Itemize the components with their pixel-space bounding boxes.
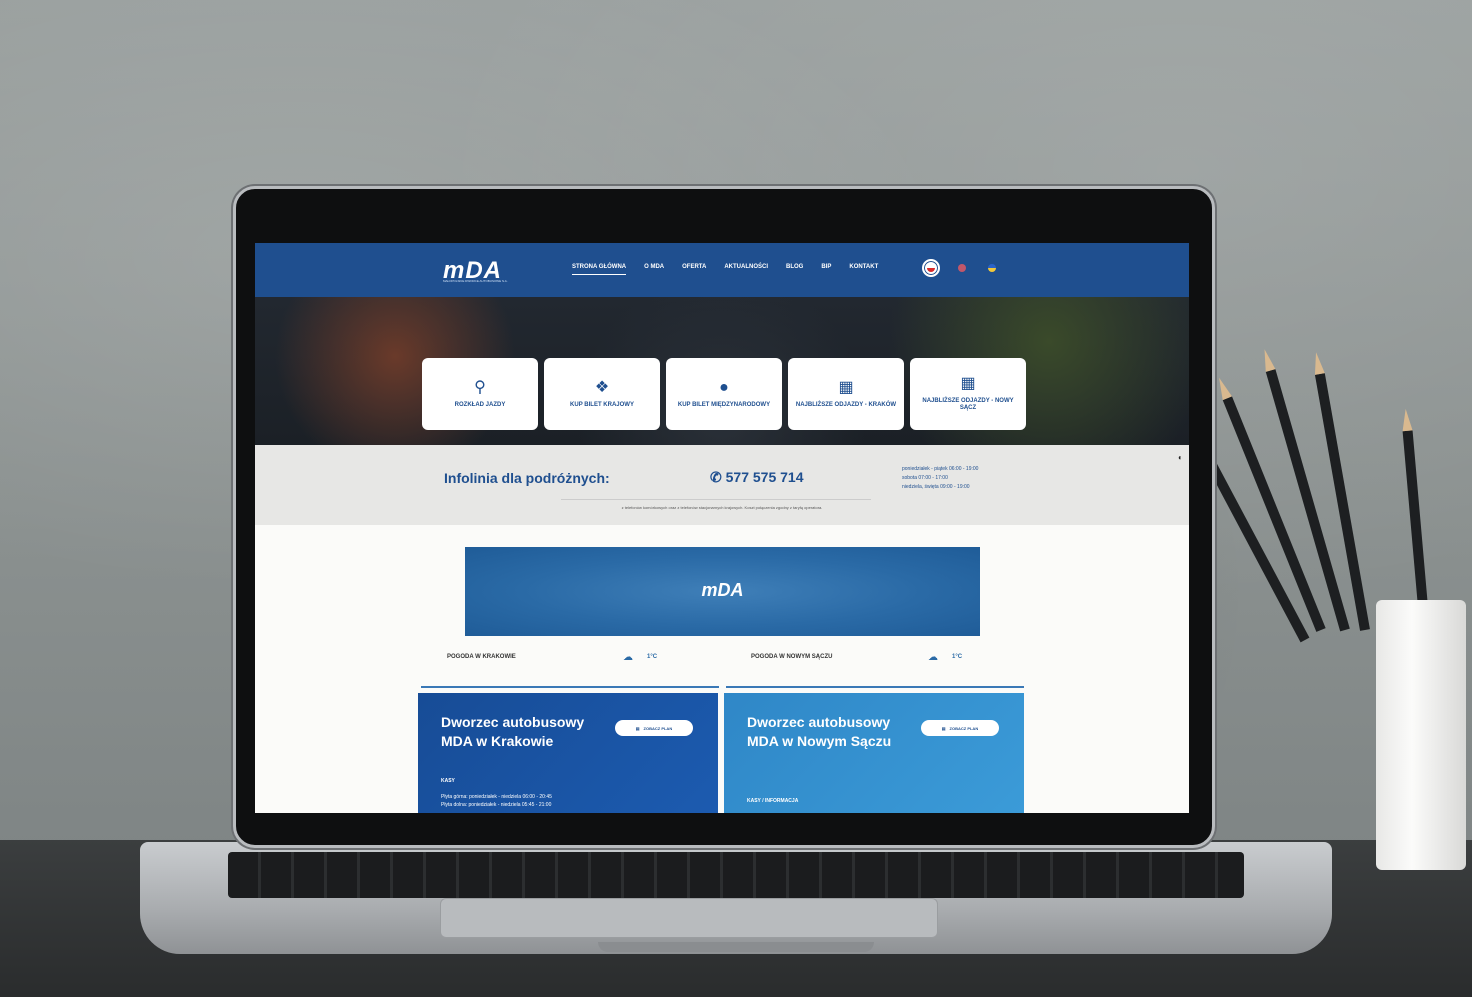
infoline-section: Infolinia dla podróżnych: ✆ 577 575 714 … <box>255 445 1189 525</box>
nav-bip[interactable]: BIP <box>821 264 831 275</box>
tile-timetable[interactable]: ⚲ ROZKŁAD JAZDY <box>422 358 538 430</box>
keyboard <box>228 852 1244 898</box>
tile-label: KUP BILET MIĘDZYNARODOWY <box>677 401 771 408</box>
tile-departures-krakow[interactable]: ▦ NAJBLIŻSZE ODJAZDY - KRAKÓW <box>788 358 904 430</box>
infoline-hours: poniedziałek - piątek 06:00 - 19:00 sobo… <box>902 465 978 492</box>
see-plan-button[interactable]: ▤ ZOBACZ PLAN <box>921 720 999 736</box>
divider <box>726 686 1024 688</box>
laptop-screen: mDA MAŁOPOLSKIE DWORCE AUTOBUSOWE S.A. S… <box>255 243 1189 813</box>
nav-home[interactable]: STRONA GŁÓWNA <box>572 264 627 275</box>
map-icon: ▤ <box>635 725 640 731</box>
hours-line: poniedziałek - piątek 06:00 - 19:00 <box>902 466 979 472</box>
button-label: ZOBACZ PLAN <box>643 725 673 731</box>
button-label: ZOBACZ PLAN <box>949 725 979 731</box>
tile-domestic-ticket[interactable]: ❖ KUP BILET KRAJOWY <box>544 358 660 430</box>
tile-label: ROZKŁAD JAZDY <box>454 401 506 408</box>
weather-krakow-temp: 1°C <box>647 654 658 660</box>
station-hours: Płyta górna: poniedziałek - niedziela 06… <box>441 793 552 809</box>
hours-line: Płyta górna: poniedziałek - niedziela 06… <box>441 794 552 800</box>
banner-logo: mDA <box>701 580 744 600</box>
tile-label: NAJBLIŻSZE ODJAZDY - NOWY SĄCZ <box>922 398 1014 411</box>
main-nav: STRONA GŁÓWNA O MDA OFERTA AKTUALNOŚCI B… <box>572 264 878 275</box>
tile-label: NAJBLIŻSZE ODJAZDY - KRAKÓW <box>795 401 897 408</box>
infoline-phone[interactable]: ✆ 577 575 714 <box>710 469 803 486</box>
language-en-flag-icon[interactable] <box>958 264 966 272</box>
quick-actions: ⚲ ROZKŁAD JAZDY ❖ KUP BILET KRAJOWY ● KU… <box>422 358 1026 430</box>
search-icon: ⚲ <box>474 378 486 396</box>
station-card-krakow: Dworzec autobusowy MDA w Krakowie ▤ ZOBA… <box>418 693 718 813</box>
tile-international-ticket[interactable]: ● KUP BILET MIĘDZYNARODOWY <box>666 358 782 430</box>
logo-subtitle: MAŁOPOLSKIE DWORCE AUTOBUSOWE S.A. <box>443 279 508 283</box>
nav-blog[interactable]: BLOG <box>786 264 803 275</box>
ticket-icon: ❖ <box>594 378 610 396</box>
station-title: Dworzec autobusowy MDA w Krakowie <box>441 714 585 749</box>
phone-icon: ✆ <box>710 469 722 485</box>
globe-ticket-icon: ● <box>719 378 729 396</box>
station-section-label: KASY / INFORMACJA <box>747 798 799 804</box>
phone-number: 577 575 714 <box>725 469 804 485</box>
map-icon: ▤ <box>941 725 946 731</box>
nav-offer[interactable]: OFERTA <box>682 264 706 275</box>
weather-krakow-label: POGODA W KRAKOWIE <box>447 654 516 660</box>
calendar-clock-icon: ▦ <box>838 378 854 396</box>
site-header: mDA MAŁOPOLSKIE DWORCE AUTOBUSOWE S.A. S… <box>255 243 1189 297</box>
cloud-icon: ☁ <box>623 652 633 663</box>
calendar-clock-icon: ▦ <box>960 375 976 392</box>
hours-line: sobota 07:00 - 17:00 <box>902 475 948 481</box>
weather-nowy-sacz-label: POGODA W NOWYM SĄCZU <box>751 654 833 660</box>
hours-line: Płyta dolna: poniedziałek - niedziela 05… <box>441 802 552 808</box>
nav-news[interactable]: AKTUALNOŚCI <box>724 264 768 275</box>
hero-aerial-image: ⚲ ROZKŁAD JAZDY ❖ KUP BILET KRAJOWY ● KU… <box>255 297 1189 445</box>
station-card-nowy-sacz: Dworzec autobusowy MDA w Nowym Sączu ▤ Z… <box>724 693 1024 813</box>
divider <box>561 499 871 500</box>
infoline-note: z telefonów komórkowych oraz z telefonów… <box>621 505 823 510</box>
tile-departures-nowy-sacz[interactable]: ▦ NAJBLIŻSZE ODJAZDY - NOWY SĄCZ <box>910 358 1026 430</box>
contrast-toggle-icon[interactable]: ◐ <box>1178 453 1183 462</box>
station-section-label: KASY <box>441 778 455 784</box>
infoline-title: Infolinia dla podróżnych: <box>444 470 610 486</box>
promo-banner[interactable]: mDA <box>465 547 980 636</box>
station-title: Dworzec autobusowy MDA w Nowym Sączu <box>747 714 892 749</box>
laptop-notch <box>598 942 874 952</box>
cloud-icon: ☁ <box>928 652 938 663</box>
see-plan-button[interactable]: ▤ ZOBACZ PLAN <box>615 720 693 736</box>
trackpad <box>440 898 938 938</box>
tile-label: KUP BILET KRAJOWY <box>570 401 634 408</box>
weather-nowy-sacz-temp: 1°C <box>952 654 963 660</box>
language-ua-flag-icon[interactable] <box>988 264 996 272</box>
divider <box>421 686 719 688</box>
language-pl-flag-icon[interactable] <box>922 259 940 277</box>
nav-contact[interactable]: KONTAKT <box>849 264 878 275</box>
nav-about[interactable]: O MDA <box>644 264 664 275</box>
hours-line: niedziela, święta 09:00 - 19:00 <box>902 484 970 490</box>
